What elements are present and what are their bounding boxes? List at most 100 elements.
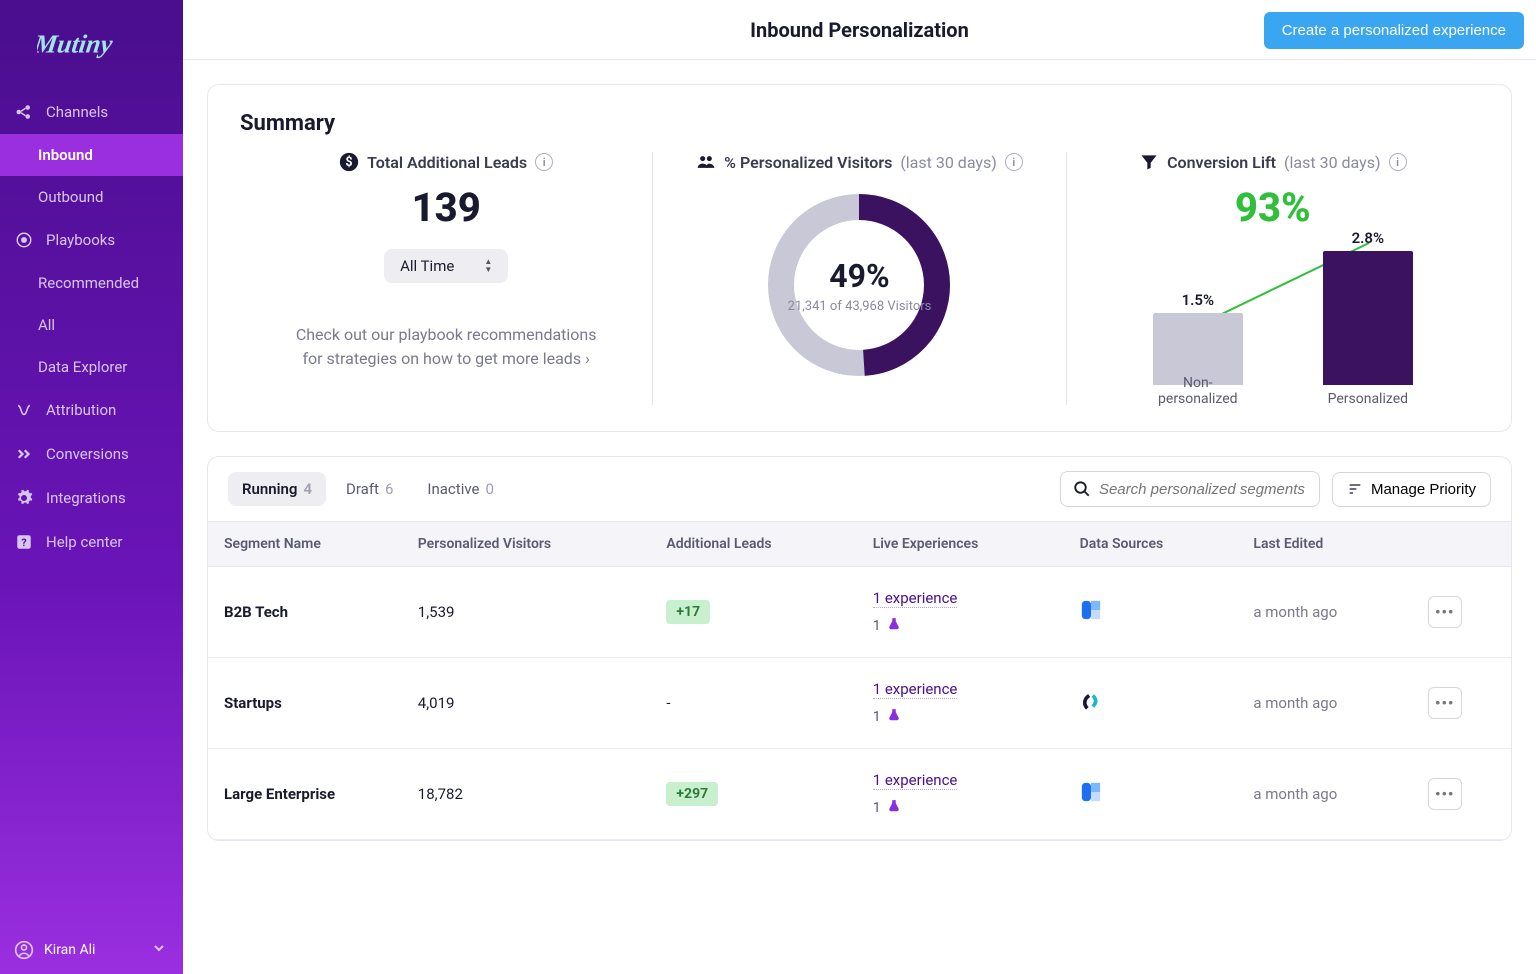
sidebar: Mutiny Channels Inbound Outbound Playbooks R… [0,0,183,974]
tab-label: Draft [346,480,379,498]
experience-link[interactable]: 1 experience [873,589,958,608]
user-icon [14,940,34,960]
tab-label: Inactive [427,480,479,498]
nav-label: Data Explorer [38,358,127,376]
nav-label: Integrations [46,489,126,507]
chevron-down-icon [151,940,169,960]
lift-value: 93% [1235,184,1311,231]
tab-count: 0 [485,480,493,498]
row-menu-button[interactable]: ••• [1428,596,1462,628]
manage-priority-button[interactable]: Manage Priority [1332,472,1491,507]
sidebar-item-channels[interactable]: Channels [0,90,183,134]
row-menu-button[interactable]: ••• [1428,778,1462,810]
main: Inbound Personalization Create a persona… [183,0,1536,974]
user-menu[interactable]: Kiran Ali [0,926,183,974]
time-range-select[interactable]: All Time ▲▼ [384,249,508,283]
donut-pct: 49% [829,257,889,295]
datasource-cell [1064,749,1238,840]
lift-chart: 1.5% Non-personalized 2.8% Personalized [1113,225,1433,405]
sidebar-item-outbound[interactable]: Outbound [0,176,183,218]
experiences-cell: 1 experience1 [857,567,1064,658]
table-row[interactable]: Startups4,019-1 experience1a month ago••… [208,658,1511,749]
stat-visitors: % Personalized Visitors (last 30 days) i… [653,152,1066,405]
nav-label: Attribution [46,401,116,419]
sidebar-item-help-center[interactable]: ?Help center [0,520,183,564]
datasource-icon [1080,781,1102,803]
column-header: Live Experiences [857,522,1064,567]
table-row[interactable]: B2B Tech1,539+171 experience1a month ago… [208,567,1511,658]
tab-count: 4 [303,480,312,498]
search-input[interactable] [1060,471,1320,507]
sidebar-item-attribution[interactable]: Attribution [0,388,183,432]
visitors-cell: 4,019 [402,658,651,749]
sort-icon [1347,481,1363,497]
experience-link[interactable]: 1 experience [873,680,958,699]
experiences-cell: 1 experience1 [857,658,1064,749]
svg-text:Mutiny: Mutiny [37,30,115,59]
tab-count: 6 [385,480,393,498]
stat-leads: $ Total Additional Leads i 139 All Time … [240,152,653,405]
donut-chart: 49% 21,341 of 43,968 Visitors [764,190,954,380]
bar-label: Personalized [1323,391,1413,407]
leads-pill: +17 [666,600,710,624]
leads-pill: +297 [666,782,718,806]
create-experience-button[interactable]: Create a personalized experience [1264,12,1524,49]
svg-text:$: $ [346,155,353,170]
nav-label: Outbound [38,188,104,206]
row-menu-button[interactable]: ••• [1428,687,1462,719]
nav-label: Playbooks [46,231,115,249]
svg-text:?: ? [21,536,26,549]
sidebar-item-integrations[interactable]: Integrations [0,476,183,520]
info-icon[interactable]: i [1005,153,1023,171]
playbook-icon [14,230,34,250]
experience-link[interactable]: 1 experience [873,771,958,790]
tab-running[interactable]: Running4 [228,472,326,506]
people-icon [696,152,716,172]
table-row[interactable]: Large Enterprise18,782+2971 experience1a… [208,749,1511,840]
nav-label: All [38,316,55,334]
visitors-cell: 1,539 [402,567,651,658]
nav-label: Channels [46,103,108,121]
sidebar-item-inbound[interactable]: Inbound [0,134,183,176]
sidebar-item-recommended[interactable]: Recommended [0,262,183,304]
sidebar-item-all[interactable]: All [0,304,183,346]
bar-val: 2.8% [1323,229,1413,247]
column-header: Data Sources [1064,522,1238,567]
sidebar-item-conversions[interactable]: Conversions [0,432,183,476]
leads-cell: +17 [650,567,856,658]
search-icon [1073,480,1091,498]
column-header: Personalized Visitors [402,522,651,567]
edited-cell: a month ago [1237,658,1411,749]
tab-draft[interactable]: Draft 6 [332,472,407,506]
chevron-right-icon: › [585,349,590,368]
stepper-icon: ▲▼ [484,258,492,274]
range-label: (last 30 days) [1284,153,1381,172]
segments-toolbar: Running4 Draft 6 Inactive 0 Manage Priority [208,457,1511,521]
column-header: Last Edited [1237,522,1411,567]
user-name: Kiran Ali [44,942,141,958]
nav-label: Conversions [46,445,129,463]
info-icon[interactable]: i [535,153,553,171]
flow-icon [14,400,34,420]
info-icon[interactable]: i [1389,153,1407,171]
search-field[interactable] [1099,481,1307,498]
nav: Channels Inbound Outbound Playbooks Recommen… [0,90,183,926]
tab-inactive[interactable]: Inactive 0 [413,472,508,506]
manage-label: Manage Priority [1371,481,1476,498]
stat-label: % Personalized Visitors [724,153,892,172]
column-header: Segment Name [208,522,402,567]
summary-title: Summary [240,111,1479,136]
bar-label: Non-personalized [1153,375,1243,407]
flask-icon [887,617,901,635]
leads-value: 139 [412,184,481,231]
flask-icon [887,799,901,817]
segment-name: Startups [208,658,402,749]
stat-label: Conversion Lift [1167,153,1276,172]
leads-cell: +297 [650,749,856,840]
sidebar-item-data-explorer[interactable]: Data Explorer [0,346,183,388]
sidebar-item-playbooks[interactable]: Playbooks [0,218,183,262]
playbook-tip[interactable]: Check out our playbook recommendations f… [296,323,597,371]
tabs: Running4 Draft 6 Inactive 0 [228,472,508,506]
range-label: All Time [400,257,454,275]
brand-logo: Mutiny [0,0,183,90]
